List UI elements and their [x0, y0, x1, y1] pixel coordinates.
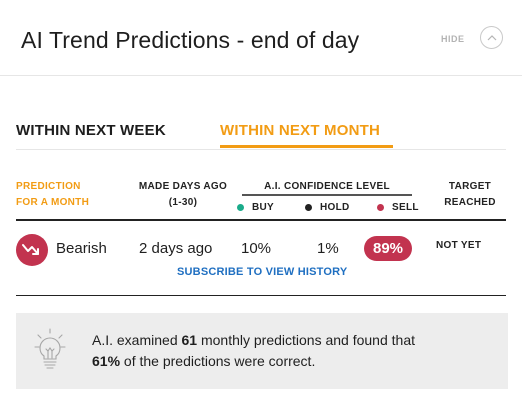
confidence-header-underline	[242, 194, 412, 196]
legend-buy: BUY	[237, 202, 274, 213]
hold-dot-icon	[305, 204, 312, 211]
column-header-prediction-line1: PREDICTION	[16, 181, 81, 192]
subscribe-history-link[interactable]: SUBSCRIBE TO VIEW HISTORY	[177, 266, 347, 278]
column-header-target-reached: TARGET REACHED	[433, 179, 507, 211]
table-bottom-rule	[16, 295, 506, 296]
legend-buy-label: BUY	[252, 202, 275, 213]
column-header-made-line2: (1-30)	[168, 197, 198, 208]
prediction-value: Bearish	[56, 240, 107, 257]
widget-title: AI Trend Predictions - end of day	[21, 27, 360, 53]
column-header-prediction: PREDICTION FOR A MONTH	[16, 179, 89, 211]
column-header-confidence: A.I. CONFIDENCE LEVEL	[264, 181, 390, 192]
column-header-prediction-line2: FOR A MONTH	[16, 197, 90, 208]
column-header-made-line1: MADE DAYS AGO	[138, 181, 228, 192]
summary-text: A.I. examined 61 monthly predictions and…	[92, 330, 492, 372]
summary-text-part-1: A.I. examined	[92, 332, 182, 348]
table-header-rule	[16, 219, 506, 221]
tab-within-next-month[interactable]: WITHIN NEXT MONTH	[220, 122, 393, 148]
widget-header: AI Trend Predictions - end of day HIDE	[0, 0, 522, 76]
buy-dot-icon	[237, 204, 244, 211]
legend-sell-label: SELL	[392, 202, 419, 213]
tabs-divider	[16, 149, 506, 150]
hold-confidence-value: 1%	[317, 240, 339, 257]
tab-within-next-week[interactable]: WITHIN NEXT WEEK	[16, 122, 166, 139]
made-days-ago-value: 2 days ago	[139, 240, 213, 257]
summary-correct-percent: 61%	[92, 353, 121, 369]
column-header-made-days-ago: MADE DAYS AGO (1-30)	[133, 179, 233, 211]
hide-button[interactable]: HIDE	[441, 34, 465, 44]
chevron-up-icon	[487, 34, 496, 40]
summary-predictions-count: 61	[181, 332, 198, 348]
buy-confidence-value: 10%	[241, 240, 272, 257]
sell-confidence-badge: 89%	[364, 236, 412, 261]
summary-text-part-3: of the predictions were correct.	[120, 353, 316, 369]
legend-hold-label: HOLD	[320, 202, 350, 213]
column-header-target-line1: TARGET	[448, 181, 492, 192]
sell-dot-icon	[377, 204, 384, 211]
trend-down-icon	[16, 234, 48, 266]
collapse-button[interactable]	[480, 26, 503, 49]
legend-sell: SELL	[377, 202, 419, 213]
summary-panel: A.I. examined 61 monthly predictions and…	[16, 313, 508, 389]
column-header-target-line2: REACHED	[444, 197, 496, 208]
target-reached-value: NOT YET	[436, 240, 482, 251]
period-tabs: WITHIN NEXT WEEK WITHIN NEXT MONTH	[16, 122, 506, 148]
lightbulb-icon	[34, 328, 66, 369]
summary-text-part-2: monthly predictions and found that	[197, 332, 415, 348]
legend-hold: HOLD	[305, 202, 350, 213]
